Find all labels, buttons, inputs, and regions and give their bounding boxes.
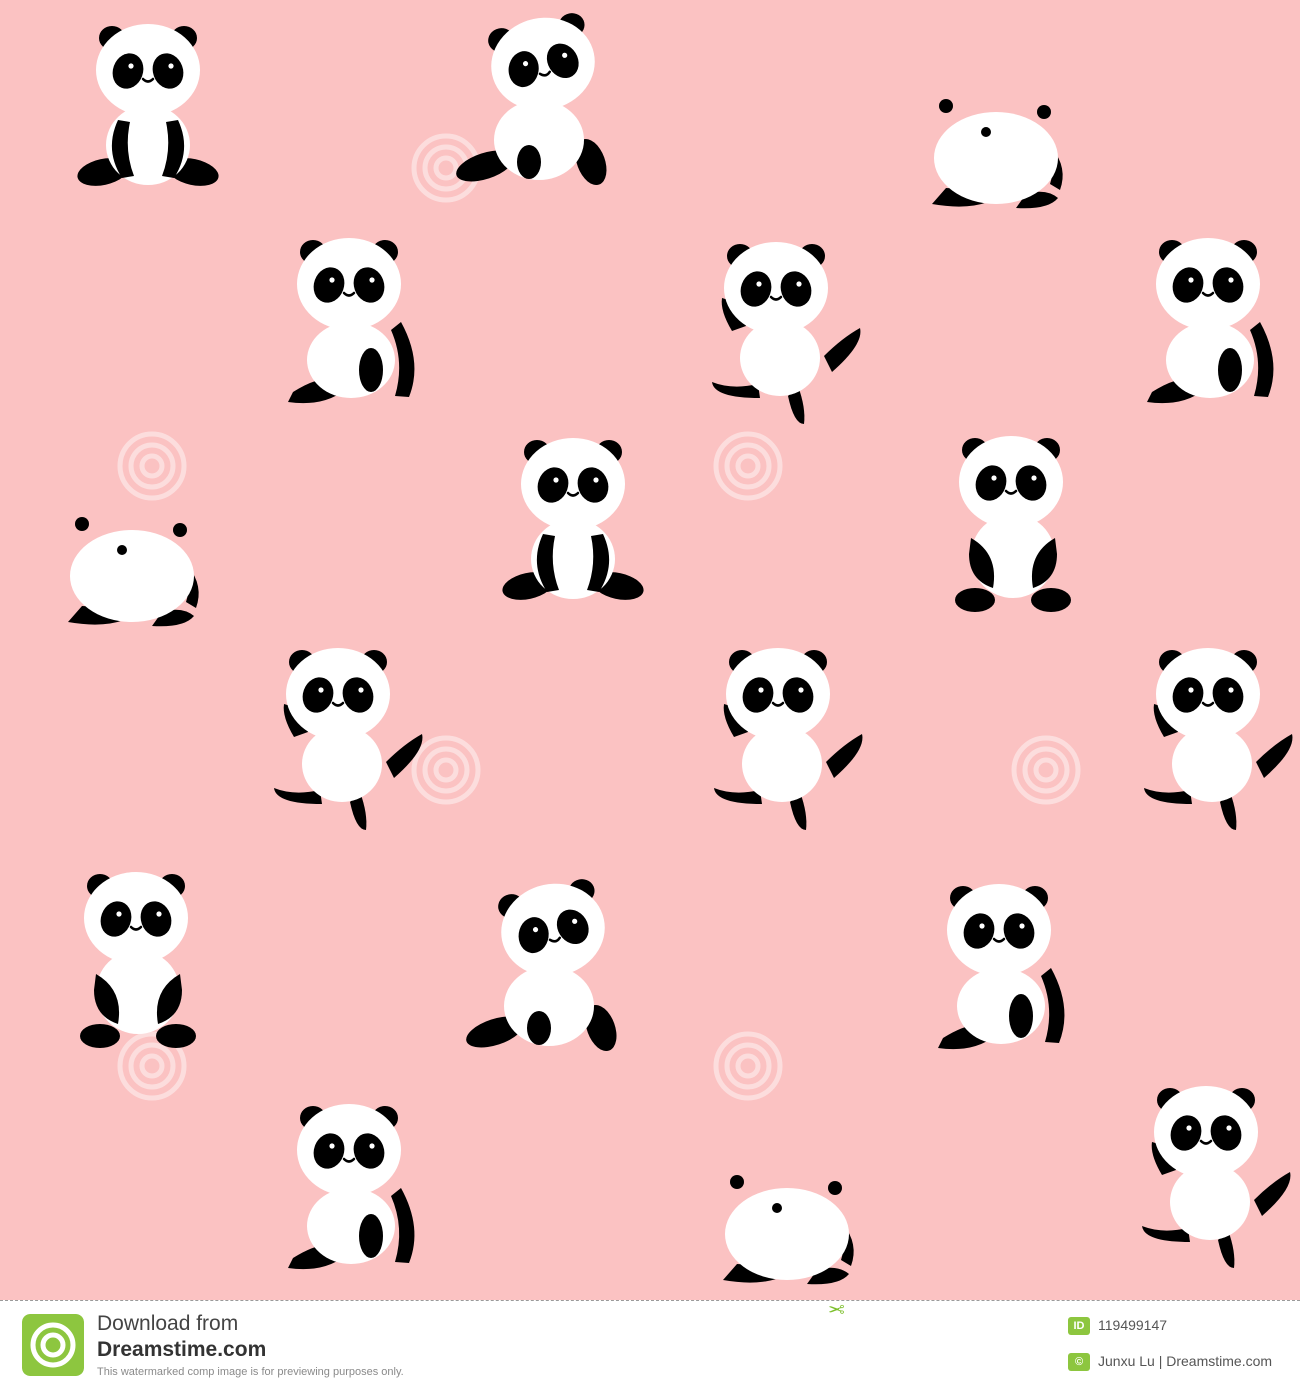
- panda-dance-12: [1144, 648, 1292, 830]
- watermark-swirl-icon: [120, 434, 184, 498]
- panda-lean-6: [1147, 238, 1273, 403]
- panda-lie-3: [932, 99, 1063, 209]
- panda-tilt-2: [452, 8, 612, 189]
- panda-lie-17: [723, 1175, 854, 1285]
- preview-note: This watermarked comp image is for previ…: [97, 1366, 404, 1378]
- watermark-swirl-icon: [716, 1034, 780, 1098]
- watermark-swirl-icon: [1014, 738, 1078, 802]
- pattern-canvas: [0, 0, 1300, 1300]
- dreamstime-logo-icon: [22, 1314, 84, 1376]
- panda-tilt-14: [462, 874, 622, 1055]
- watermark-footer: ✂ Download from Dreamstime.com This wate…: [0, 1297, 1300, 1390]
- panda-dance-11: [714, 648, 862, 830]
- watermark-swirl-icon: [716, 434, 780, 498]
- panda-dance-10: [274, 648, 422, 830]
- id-badge: ID: [1068, 1317, 1090, 1335]
- cut-line: [0, 1300, 1300, 1301]
- watermark-swirls: [120, 136, 1078, 1098]
- panda-lean-16: [288, 1104, 414, 1269]
- panda-back-9: [955, 436, 1071, 612]
- author-credit: Junxu Lu | Dreamstime.com: [1098, 1353, 1273, 1369]
- watermark-swirl-icon: [414, 738, 478, 802]
- panda-back-13: [80, 872, 196, 1048]
- panda-lean-15: [938, 884, 1064, 1049]
- panda-dance-5: [712, 242, 860, 424]
- panda-figures: [68, 8, 1292, 1285]
- panda-dance-18: [1142, 1086, 1290, 1268]
- panda-sit-8: [500, 438, 646, 604]
- image-id: 119499147: [1098, 1317, 1168, 1333]
- panda-lie-7: [68, 517, 199, 627]
- scissors-icon: ✂: [828, 1297, 845, 1319]
- panda-lean-4: [288, 238, 414, 403]
- site-name[interactable]: Dreamstime.com: [97, 1338, 266, 1362]
- panda-sit-1: [75, 24, 221, 190]
- download-line: Download from: [97, 1312, 239, 1335]
- panda-pattern: [68, 0, 1300, 1285]
- copyright-icon: ©: [1068, 1353, 1090, 1371]
